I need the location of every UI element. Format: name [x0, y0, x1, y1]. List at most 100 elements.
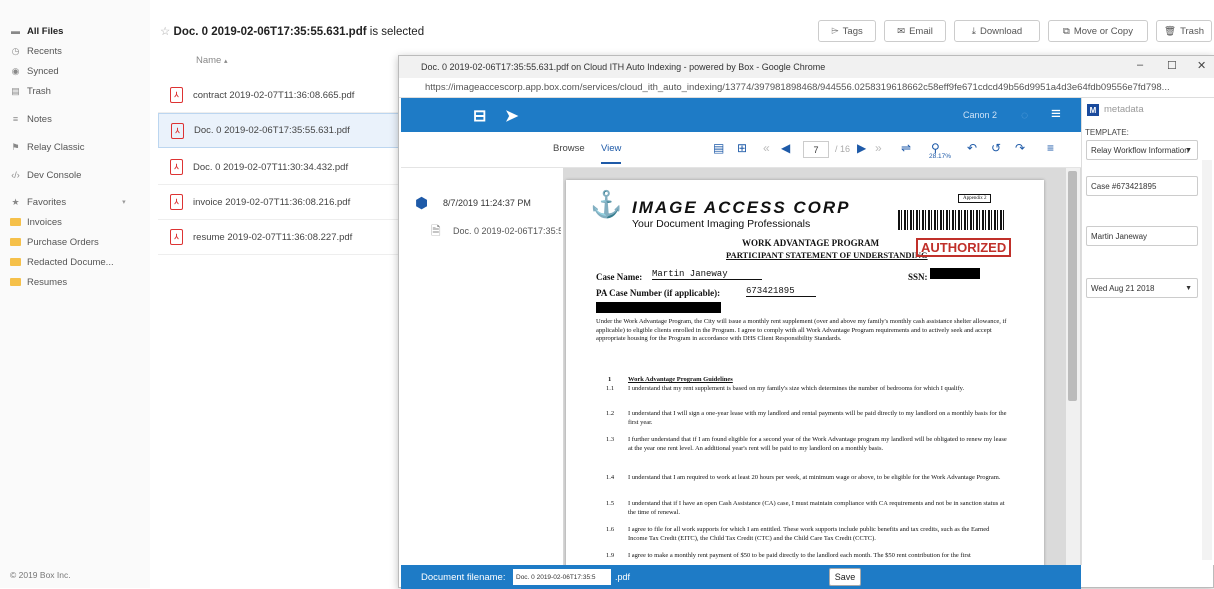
rotate-left-icon[interactable]: ↶: [967, 141, 977, 155]
grid-view-icon[interactable]: ⊞: [737, 141, 747, 155]
more-menu-icon[interactable]: ≡: [1047, 141, 1054, 155]
logo-emblem-icon: ⚓: [590, 190, 623, 219]
pdf-icon: ⅄: [170, 229, 183, 245]
doc-tagline: Your Document Imaging Professionals: [632, 218, 811, 230]
download-label: Download: [979, 25, 1023, 37]
folder-icon: ▬: [11, 26, 20, 36]
doc-program-subtitle: PARTICIPANT STATEMENT OF UNDERSTANDING: [726, 250, 928, 260]
doc-section-number: 1: [608, 376, 612, 383]
doc-item-text: I understand that if I have an open Cash…: [628, 500, 1005, 516]
selected-suffix: is selected: [366, 26, 425, 38]
last-page-icon[interactable]: »: [875, 141, 882, 155]
case-number-value: Case #673421895: [1091, 181, 1157, 191]
file-row[interactable]: ⅄ contract 2019-02-07T11:36:08.665.pdf: [158, 78, 400, 113]
sidebar-item-purchase-orders[interactable]: Purchase Orders: [10, 233, 99, 251]
email-button[interactable]: ✉ Email: [884, 20, 946, 42]
window-title: Doc. 0 2019-02-06T17:35:55.631.pdf on Cl…: [421, 62, 826, 72]
prev-page-icon[interactable]: ◀: [781, 141, 790, 155]
rotate-right-icon[interactable]: ↷: [1015, 141, 1025, 155]
doc-intro-paragraph: Under the Work Advantage Program, the Ci…: [596, 318, 1007, 342]
doc-item-number: 1.1: [606, 385, 615, 392]
filename-input[interactable]: Doc. 0 2019-02-06T17:35:5: [513, 569, 611, 585]
clock-icon: ◷: [11, 45, 20, 56]
save-button[interactable]: Save: [829, 568, 861, 586]
copyright: © 2019 Box Inc.: [10, 570, 71, 580]
chevron-down-icon: ▼: [1185, 284, 1192, 292]
doc-item-number: 1.5: [606, 500, 615, 507]
folder-icon: [10, 218, 21, 226]
sidebar-item-recents[interactable]: ◷ Recents: [10, 42, 62, 60]
selection-title: ☆ Doc. 0 2019-02-06T17:35:55.631.pdf is …: [160, 24, 424, 38]
sidebar-item-notes[interactable]: ≡ Notes: [10, 110, 52, 128]
batch-panel: ⬢ 8/7/2019 11:24:37 PM 🗎 Doc. 0 2019-02-…: [401, 168, 563, 565]
doc-item-number: 1.9: [606, 552, 615, 559]
send-icon[interactable]: ➤: [505, 106, 518, 126]
star-icon: ★: [11, 196, 20, 207]
fit-width-icon[interactable]: ⇌: [901, 141, 911, 155]
document-item[interactable]: Doc. 0 2019-02-06T17:35:55.631: [453, 226, 561, 236]
batch-timestamp[interactable]: 8/7/2019 11:24:37 PM: [443, 198, 531, 208]
sidebar-item-redacted[interactable]: Redacted Docume...: [10, 253, 114, 271]
authorized-stamp: AUTHORIZED: [916, 238, 1012, 257]
sidebar-item-invoices[interactable]: Invoices: [10, 213, 62, 231]
doc-item-number: 1.6: [606, 526, 615, 533]
url-bar[interactable]: https://imageaccescorp.app.box.com/servi…: [399, 78, 1214, 98]
metadata-panel: M metadata TEMPLATE: Relay Workflow Info…: [1081, 98, 1214, 565]
sidebar-item-favorites[interactable]: ★ Favorites ▾: [10, 193, 126, 211]
download-button[interactable]: ⤓ Download: [954, 20, 1040, 42]
tab-view[interactable]: View: [601, 143, 622, 164]
sidebar-item-resumes[interactable]: Resumes: [10, 273, 67, 291]
mail-icon: ✉: [897, 25, 906, 37]
file-row[interactable]: ⅄ Doc. 0 2019-02-07T11:30:34.432.pdf: [158, 150, 400, 185]
file-row[interactable]: ⅄ resume 2019-02-07T11:36:08.227.pdf: [158, 220, 400, 255]
first-page-icon[interactable]: «: [763, 141, 770, 155]
maximize-icon[interactable]: ☐: [1167, 59, 1177, 72]
column-header-name[interactable]: Name ▴: [196, 55, 228, 66]
next-page-icon[interactable]: ▶: [857, 141, 866, 155]
minimize-icon[interactable]: –: [1137, 59, 1143, 71]
doc-program-title: WORK ADVANTAGE PROGRAM: [742, 238, 880, 248]
batch-box-icon[interactable]: ⬢: [415, 194, 428, 212]
file-row-selected[interactable]: ⅄ Doc. 0 2019-02-06T17:35:55.631.pdf: [158, 113, 400, 148]
move-copy-button[interactable]: ⧉ Move or Copy: [1048, 20, 1148, 42]
doc-item-text: I understand that I will sign a one-year…: [628, 410, 1007, 426]
sidebar-item-label: Resumes: [27, 276, 68, 288]
pdf-icon: ⅄: [171, 122, 184, 139]
filename-label: Document filename:: [421, 572, 506, 583]
profile-name[interactable]: Canon 2: [963, 110, 997, 120]
doc-pa-case-value: 673421895: [746, 286, 816, 297]
viewer-toolbar: Browse View ▤ ⊞ « ◀ 7 / 16 ▶ » ⇌ ⚲ 28.17…: [401, 132, 1081, 168]
sidebar-item-dev-console[interactable]: ‹/› Dev Console: [10, 166, 81, 184]
single-page-icon[interactable]: ▤: [713, 141, 724, 155]
undo-icon[interactable]: ↺: [991, 141, 1001, 155]
name-field[interactable]: Martin Janeway: [1086, 226, 1198, 246]
chevron-down-icon[interactable]: ▾: [122, 198, 126, 206]
email-label: Email: [909, 25, 933, 37]
left-sidebar: ▬ All Files ◷ Recents ◉ Synced ▤ Trash ≡…: [0, 0, 150, 588]
template-label: TEMPLATE:: [1085, 128, 1129, 137]
file-row[interactable]: ⅄ invoice 2019-02-07T11:36:08.216.pdf: [158, 185, 400, 220]
sidebar-item-synced[interactable]: ◉ Synced: [10, 62, 59, 80]
sidebar-item-all-files[interactable]: ▬ All Files: [10, 22, 63, 40]
viewer-scrollbar-thumb[interactable]: [1068, 171, 1077, 401]
template-select[interactable]: Relay Workflow Information ▼: [1086, 140, 1198, 160]
tab-browse[interactable]: Browse: [553, 143, 585, 154]
star-icon[interactable]: ☆: [160, 26, 170, 38]
date-select[interactable]: Wed Aug 21 2018 ▼: [1086, 278, 1198, 298]
folder-icon: [10, 238, 21, 246]
sidebar-item-label: Redacted Docume...: [27, 256, 114, 268]
case-number-field[interactable]: Case #673421895: [1086, 176, 1198, 196]
trash-button[interactable]: 🗑 Trash: [1156, 20, 1212, 42]
page-number-input[interactable]: 7: [803, 141, 829, 158]
sidebar-item-relay-classic[interactable]: ⚑ Relay Classic: [10, 138, 84, 156]
metadata-scrollbar[interactable]: [1202, 160, 1212, 560]
menu-icon[interactable]: ≡: [1051, 104, 1061, 124]
sidebar-item-label: Favorites: [27, 196, 67, 208]
app-bar: ⊟ ➤ Canon 2 ◌ ≡: [401, 98, 1081, 132]
sidebar-item-trash[interactable]: ▤ Trash: [10, 82, 51, 100]
doc-item-text: I further understand that if I am found …: [628, 436, 1007, 452]
close-icon[interactable]: ✕: [1197, 59, 1206, 72]
scan-icon[interactable]: ⊟: [473, 106, 486, 126]
document-viewer[interactable]: ⚓ IMAGE ACCESS CORP Your Document Imagin…: [563, 168, 1081, 565]
tags-button[interactable]: ⌲ Tags: [818, 20, 876, 42]
